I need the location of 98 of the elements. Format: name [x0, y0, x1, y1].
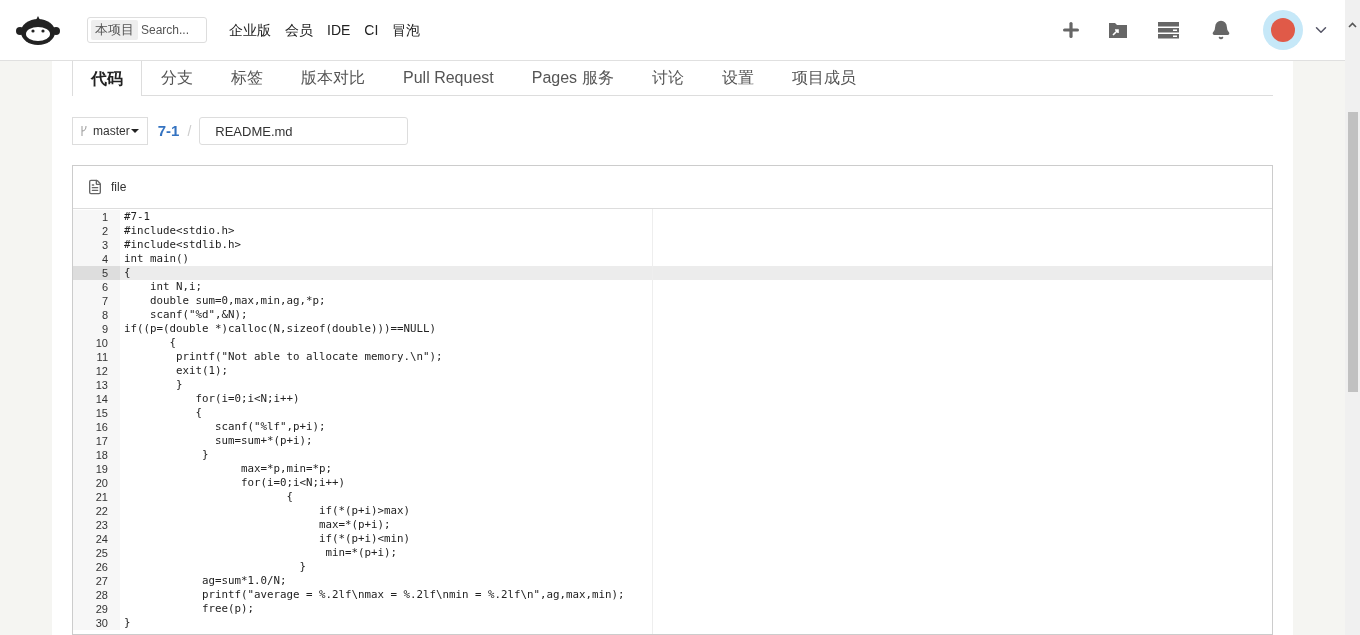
code-line: if(*(p+i)<min) [318, 532, 410, 546]
nav-link[interactable]: 企业版 [229, 19, 271, 41]
code-line: } [175, 378, 183, 392]
server-icon [1158, 21, 1179, 39]
line-number: 13 [73, 378, 120, 392]
notification-button[interactable] [1211, 20, 1231, 40]
code-line: { [285, 490, 293, 504]
code-line: } [201, 448, 209, 462]
code-line: sum=sum+*(p+i); [214, 434, 313, 448]
code-line: scanf("%lf",p+i); [214, 420, 326, 434]
tab[interactable]: 版本对比 [282, 61, 384, 95]
line-number: 19 [73, 462, 120, 476]
branch-name: master [93, 123, 130, 140]
branch-dropdown[interactable]: master [72, 117, 148, 145]
add-button[interactable] [1060, 19, 1082, 41]
file-icon [87, 179, 103, 195]
nav-link[interactable]: 冒泡 [392, 19, 421, 41]
search-field[interactable]: Search... [141, 21, 201, 39]
line-number: 7 [73, 294, 120, 308]
code-line: printf("average = %.2lf\nmax = %.2lf\nmin = %.2lf\n",ag,max,min); [201, 588, 625, 602]
line-number: 21 [73, 490, 120, 504]
tab[interactable]: 代码 [72, 61, 142, 96]
line-number: 14 [73, 392, 120, 406]
user-avatar[interactable] [1263, 10, 1303, 50]
server-button[interactable] [1158, 21, 1179, 39]
line-number: 3 [73, 238, 120, 252]
line-number: 1 [73, 210, 120, 224]
code-line: max=*(p+i); [318, 518, 391, 532]
line-number: 24 [73, 532, 120, 546]
code-line: for(i=0;i<N;i++) [240, 476, 345, 490]
code-line: { [168, 336, 176, 350]
code-line: scanf("%d",&N); [149, 308, 248, 322]
code-line: int N,i; [149, 280, 202, 294]
line-number: 15 [73, 406, 120, 420]
line-number: 9 [73, 322, 120, 336]
tab[interactable]: 标签 [212, 61, 282, 95]
tab[interactable]: 项目成员 [772, 61, 875, 95]
line-number: 4 [73, 252, 120, 266]
file-label: file [111, 179, 127, 196]
code-line: if(*(p+i)>max) [318, 504, 410, 518]
code-line: max=*p,min=*p; [240, 462, 332, 476]
path-separator: / [187, 121, 192, 141]
code-line: for(i=0;i<N;i++) [194, 392, 300, 406]
tab[interactable]: 分支 [142, 61, 212, 95]
code-line: #include<stdio.h> [123, 224, 235, 238]
line-number: 29 [73, 602, 120, 616]
nav-link[interactable]: IDE [327, 19, 351, 41]
code-line: } [298, 560, 306, 574]
line-number: 23 [73, 518, 120, 532]
code-line: free(p); [201, 602, 254, 616]
line-number: 26 [73, 560, 120, 574]
project-link[interactable]: 7-1 [157, 119, 180, 143]
line-number: 28 [73, 588, 120, 602]
folder-icon [1108, 21, 1128, 39]
code-line: ag=sum*1.0/N; [201, 574, 287, 588]
tab[interactable]: 设置 [702, 61, 773, 95]
line-number: 25 [73, 546, 120, 560]
scrollbar[interactable] [1345, 0, 1360, 635]
line-number: 12 [73, 364, 120, 378]
monkey-logo-icon[interactable] [16, 14, 60, 46]
line-number: 22 [73, 504, 120, 518]
bell-icon [1211, 20, 1231, 40]
file-name-field[interactable]: README.md [199, 117, 409, 145]
scroll-up-icon [1348, 22, 1357, 28]
tab[interactable]: 讨论 [632, 61, 703, 95]
caret-icon [130, 129, 139, 133]
line-number: 2 [73, 224, 120, 238]
branch-icon [81, 126, 87, 136]
line-number: 30 [73, 616, 120, 630]
line-number: 16 [73, 420, 120, 434]
line-number: 11 [73, 350, 120, 364]
code-line: double sum=0,max,min,ag,*p; [149, 294, 326, 308]
nav-link[interactable]: CI [364, 19, 379, 41]
tab[interactable]: Pull Request [384, 61, 513, 95]
folder-button[interactable] [1108, 21, 1128, 39]
nav-link[interactable]: 会员 [285, 19, 313, 41]
code-line: #include<stdlib.h> [123, 238, 241, 252]
line-number: 20 [73, 476, 120, 490]
code-line: { [194, 406, 202, 420]
search-bar[interactable]: 本项目 Search... [87, 17, 207, 43]
code-line: exit(1); [175, 364, 228, 378]
plus-icon [1060, 19, 1082, 41]
line-number: 17 [73, 434, 120, 448]
line-number: 27 [73, 574, 120, 588]
code-line: } [123, 616, 131, 630]
code-line: { [123, 266, 131, 280]
line-number: 8 [73, 308, 120, 322]
search-scope-label: 本项目 [91, 20, 138, 40]
code-line: int main() [123, 252, 189, 266]
line-number: 6 [73, 280, 120, 294]
line-number: 18 [73, 448, 120, 462]
tab[interactable]: Pages 服务 [512, 61, 633, 95]
line-number: 10 [73, 336, 120, 350]
code-line: min=*(p+i); [324, 546, 397, 560]
code-line: printf("Not able to allocate memory.\n"); [175, 350, 443, 364]
line-number: 5 [73, 266, 120, 280]
code-line: if((p=(double *)calloc(N,sizeof(double)))==NULL) [123, 322, 436, 336]
code-line: #7-1 [123, 210, 150, 224]
